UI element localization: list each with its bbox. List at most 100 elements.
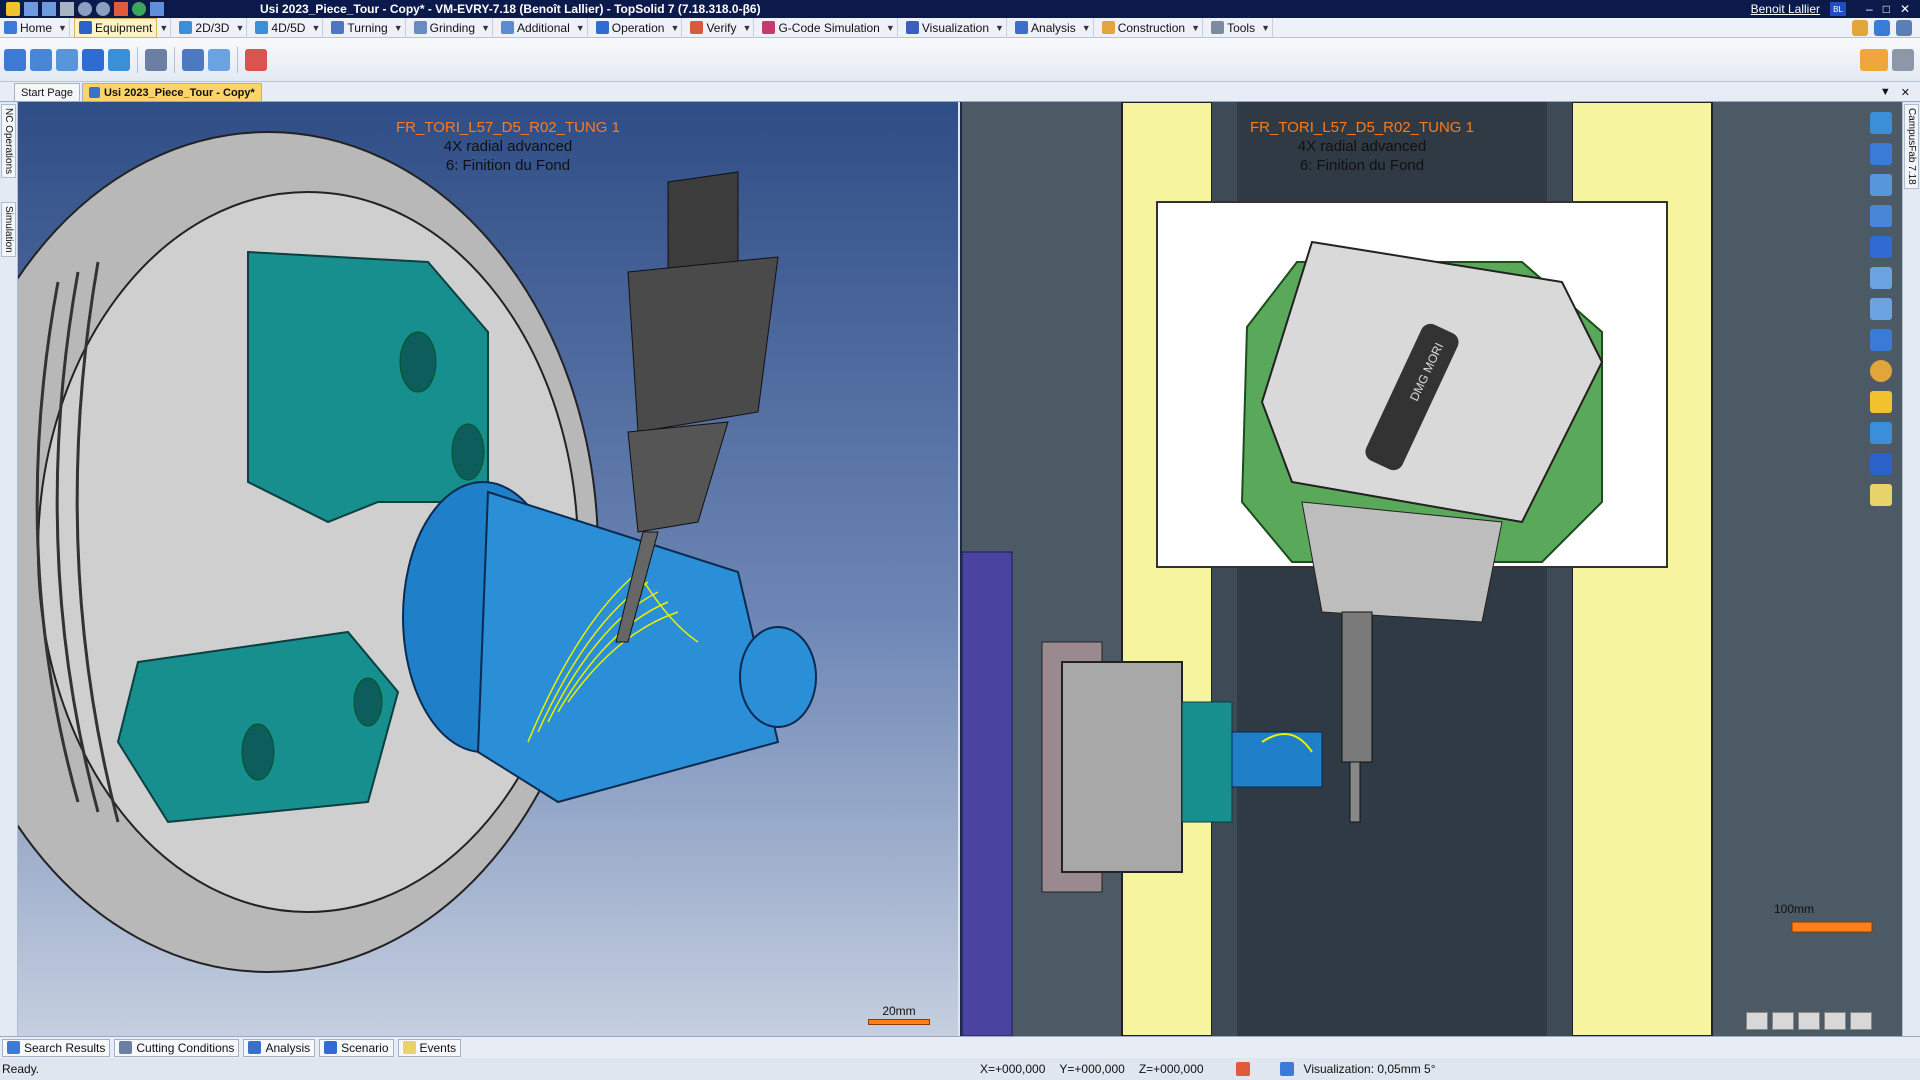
undo-icon[interactable] (78, 2, 92, 16)
menu-equipment[interactable]: Equipment (74, 17, 158, 38)
section-icon[interactable] (1870, 205, 1892, 227)
menu-dropdown-icon[interactable]: ▼ (309, 17, 324, 38)
tab-cutting-conditions[interactable]: Cutting Conditions (114, 1038, 240, 1057)
close-button[interactable]: ✕ (1900, 2, 1910, 16)
open-folder-icon[interactable] (114, 2, 128, 16)
close-document-icon[interactable]: ✕ (1901, 86, 1910, 99)
display-mode-icon[interactable] (1870, 453, 1892, 475)
menu-analysis[interactable]: Analysis (1011, 18, 1080, 38)
zoom-icon[interactable] (1870, 298, 1892, 320)
document-tabs: Start Page Usi 2023_Piece_Tour - Copy* ▼… (0, 82, 1920, 102)
menu-gcode[interactable]: G-Code Simulation (758, 18, 883, 38)
view-iso-icon[interactable] (1746, 1012, 1768, 1030)
menu-grinding[interactable]: Grinding (410, 18, 479, 38)
user-name-link[interactable]: Benoit Lallier (1751, 2, 1820, 16)
menu-additional[interactable]: Additional (497, 18, 574, 38)
tab-document[interactable]: Usi 2023_Piece_Tour - Copy* (81, 83, 262, 101)
menu-visualization[interactable]: Visualization (902, 18, 993, 38)
view-toolbar (1864, 112, 1898, 506)
tab-list-icon[interactable]: ▼ (1880, 86, 1891, 98)
setup-icon[interactable] (30, 48, 52, 71)
settings-icon[interactable] (1892, 48, 1914, 71)
rotate-icon[interactable] (1870, 143, 1892, 165)
viewport-part-detail[interactable]: FR_TORI_L57_D5_R02_TUNG 1 4X radial adva… (18, 102, 958, 1036)
nc-operations-tab[interactable]: NC Operations (1, 104, 16, 179)
menu-operation[interactable]: Operation (592, 18, 669, 38)
pan-icon[interactable] (1870, 112, 1892, 134)
print-icon[interactable] (60, 2, 74, 16)
jaw-bolt-hole (451, 423, 485, 481)
measure-icon[interactable] (1870, 174, 1892, 196)
menu-dropdown-icon[interactable]: ▼ (574, 17, 588, 38)
menu-dropdown-icon[interactable]: ▼ (884, 17, 898, 38)
tab-events[interactable]: Events (397, 1038, 462, 1057)
help-icon[interactable] (1870, 391, 1892, 413)
stock-icon[interactable] (182, 48, 204, 71)
view-top-icon[interactable] (1798, 1012, 1820, 1030)
view-axes-icon[interactable] (1850, 1012, 1872, 1030)
menu-construction[interactable]: Construction (1098, 18, 1189, 38)
save-all-icon[interactable] (42, 2, 56, 16)
campusfab-tab[interactable]: CampusFab 7.18 (1904, 104, 1919, 189)
minimize-button[interactable]: – (1866, 2, 1873, 16)
license-key-icon[interactable] (1860, 48, 1888, 71)
menu-dropdown-icon[interactable]: ▼ (1189, 17, 1204, 38)
search-results-label: Search Results (24, 1040, 106, 1055)
menu-dropdown-icon[interactable]: ▼ (479, 17, 494, 38)
search-tool-icon[interactable] (1874, 19, 1890, 36)
menu-dropdown-icon[interactable]: ▼ (157, 17, 172, 38)
part-shaft-end (739, 626, 817, 728)
tab-analysis[interactable]: Analysis (243, 1038, 316, 1057)
part-icon[interactable] (245, 48, 267, 71)
menu-dropdown-icon[interactable]: ▼ (993, 17, 1008, 38)
clamp-icon[interactable] (208, 48, 230, 71)
menu-verify[interactable]: Verify (686, 18, 740, 38)
menu-tools[interactable]: Tools (1207, 18, 1259, 38)
axis-icon[interactable] (1870, 422, 1892, 444)
toolbar-separator (174, 46, 175, 73)
display-quality-icon[interactable] (1279, 1062, 1294, 1076)
operation-info-right: FR_TORI_L57_D5_R02_TUNG 1 4X radial adva… (1162, 118, 1562, 175)
menu-turning[interactable]: Turning (327, 18, 391, 38)
fixture-icon[interactable] (56, 48, 78, 71)
refresh-icon[interactable] (132, 2, 146, 16)
tool-icon[interactable] (108, 48, 130, 71)
coordinate-system-icon[interactable] (1235, 1062, 1250, 1076)
layers-icon[interactable] (1870, 484, 1892, 506)
menu-dropdown-icon[interactable]: ▼ (668, 17, 683, 38)
viewport-machine[interactable]: DMG MORI FR_TORI_L57_D5_R02_TUNG 1 4X ra… (960, 102, 1902, 1036)
zoom-window-icon[interactable] (1870, 267, 1892, 289)
menu-dropdown-icon[interactable]: ▼ (740, 17, 755, 38)
menu-dropdown-icon[interactable]: ▼ (56, 17, 71, 38)
maximize-button[interactable]: □ (1883, 2, 1890, 16)
simulation-tab[interactable]: Simulation (1, 202, 16, 257)
tool-holder-icon[interactable] (82, 48, 104, 71)
color-palette-icon[interactable] (1870, 360, 1892, 382)
view-cube-icon[interactable] (1870, 329, 1892, 351)
redo-icon[interactable] (96, 2, 110, 16)
app-logo-icon[interactable] (6, 2, 20, 16)
menu-home[interactable]: Home (0, 18, 56, 38)
menu-dropdown-icon[interactable]: ▼ (392, 17, 406, 38)
tab-start-page[interactable]: Start Page (14, 83, 80, 101)
pointer-icon[interactable] (150, 2, 164, 16)
tab-scenario[interactable]: Scenario (319, 1038, 394, 1057)
menu-4d5d[interactable]: 4D/5D (251, 18, 309, 38)
view-front-icon[interactable] (1772, 1012, 1794, 1030)
view-side-icon[interactable] (1824, 1012, 1846, 1030)
menu-dropdown-icon[interactable]: ▼ (1080, 17, 1094, 38)
operation-step-right: 6: Finition du Fond (1299, 157, 1425, 174)
machine-icon[interactable] (4, 48, 26, 71)
layout-icon[interactable] (1870, 236, 1892, 258)
user-avatar[interactable]: BL (1830, 2, 1846, 16)
menu-dropdown-icon[interactable]: ▼ (233, 17, 248, 38)
menu-2d3d[interactable]: 2D/3D (175, 18, 233, 38)
cutting-conditions-icon[interactable] (145, 48, 167, 71)
save-icon[interactable] (24, 2, 38, 16)
tab-search-results[interactable]: Search Results (2, 1038, 111, 1057)
gcode-icon (762, 21, 776, 34)
pointer-tool-icon[interactable] (1852, 19, 1868, 36)
user-settings-icon[interactable] (1896, 19, 1912, 36)
scale-indicator-right: 100mm (1774, 902, 1814, 916)
menu-dropdown-icon[interactable]: ▼ (1259, 17, 1274, 38)
